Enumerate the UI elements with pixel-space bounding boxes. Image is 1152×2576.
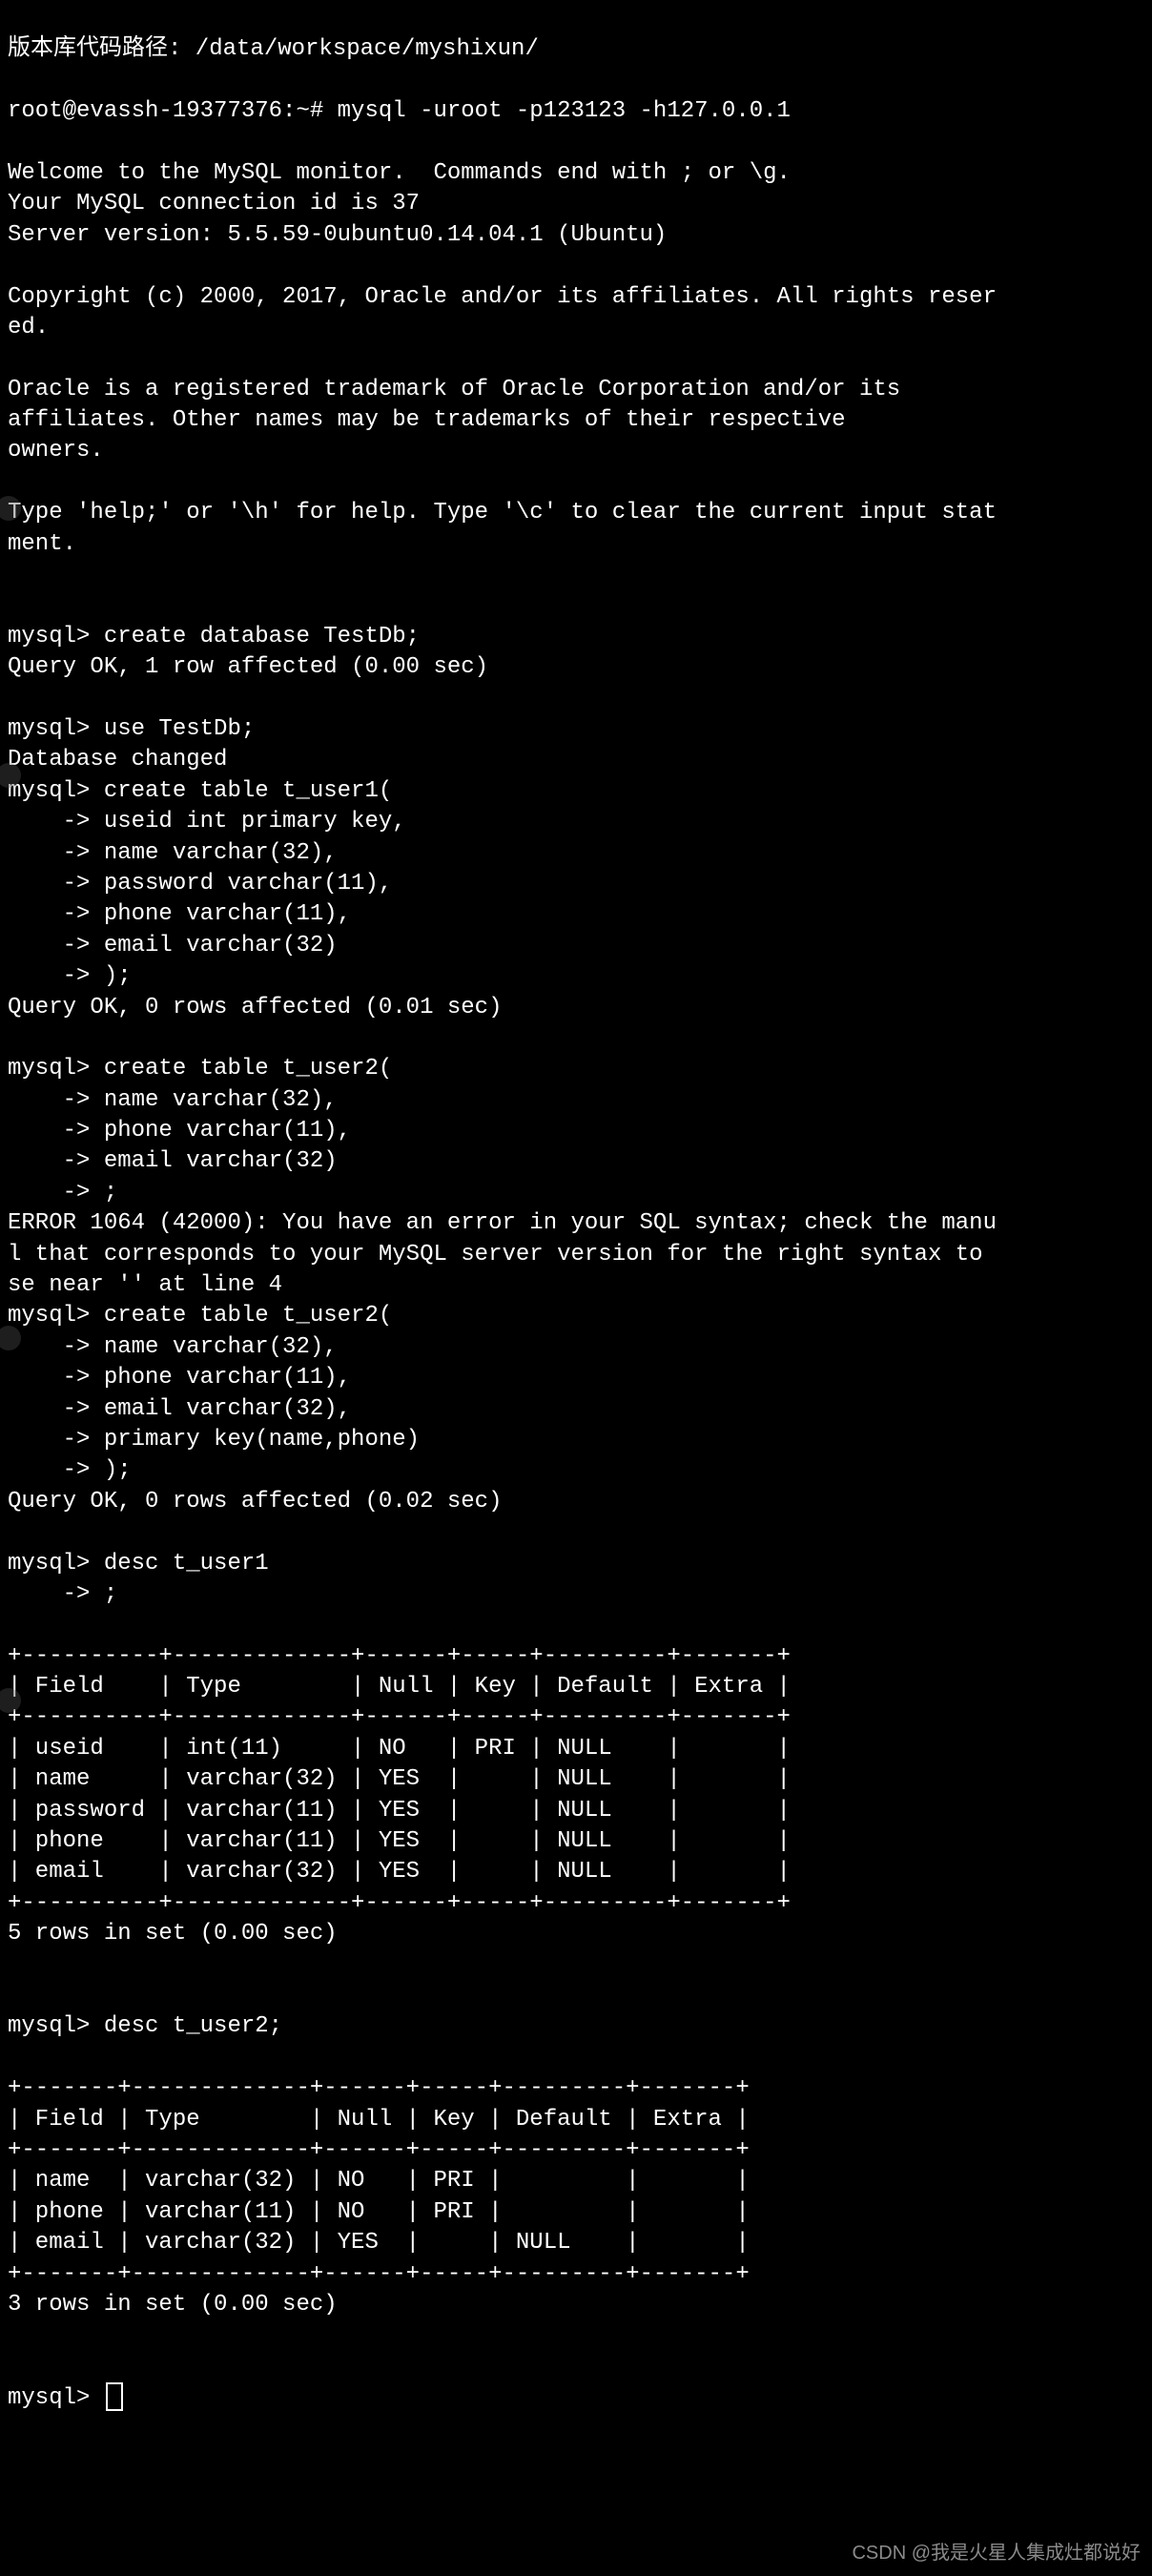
desc-table-user2: +-------+-------------+------+-----+----… [8, 2075, 750, 2318]
mid-command-block: mysql> desc t_user2; [8, 2013, 282, 2039]
text-cursor [106, 2382, 123, 2411]
final-prompt-line[interactable]: mysql> [8, 2385, 123, 2411]
repo-path-line: 版本库代码路径: /data/workspace/myshixun/ [8, 36, 539, 62]
mysql-session-output: mysql> create database TestDb; Query OK,… [8, 624, 997, 1607]
terminal-window[interactable]: 版本库代码路径: /data/workspace/myshixun/ root@… [0, 0, 1152, 2576]
desc-table-user1: +----------+-------------+------+-----+-… [8, 1643, 791, 1947]
watermark-text: CSDN @我是火星人集成灶都说好 [852, 2541, 1141, 2566]
mysql-banner: Welcome to the MySQL monitor. Commands e… [8, 160, 997, 557]
shell-prompt-line: root@evassh-19377376:~# mysql -uroot -p1… [8, 98, 791, 124]
